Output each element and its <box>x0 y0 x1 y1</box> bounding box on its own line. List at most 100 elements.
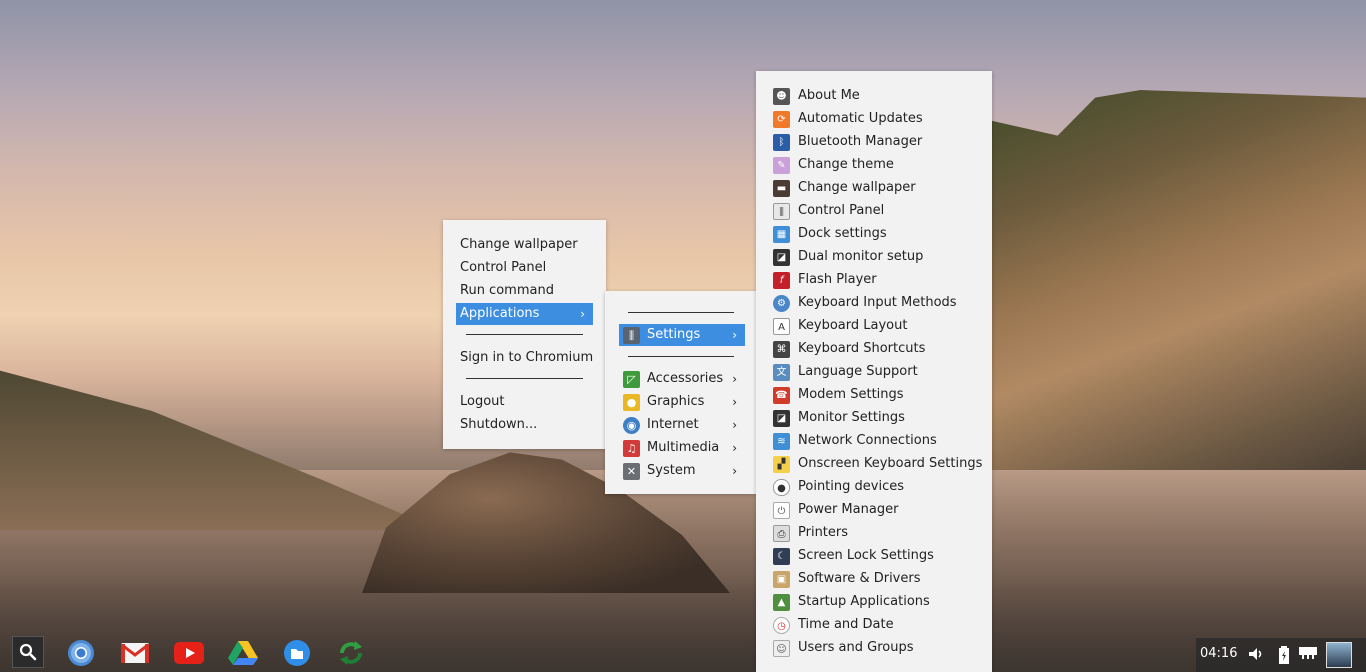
mouse-icon: ● <box>773 479 790 496</box>
system-tray[interactable]: 04:16 <box>1196 638 1366 672</box>
settings-item-control-panel[interactable]: ⫼ Control Panel <box>770 200 986 222</box>
applications-menu: ⫼ Settings › ◸ Accessories › ● Graphics … <box>605 291 756 494</box>
menu-item-change-wallpaper[interactable]: Change wallpaper <box>456 234 596 256</box>
settings-item-onscreen-keyboard[interactable]: ▞ Onscreen Keyboard Settings <box>770 453 986 475</box>
settings-item-label: Pointing devices <box>798 479 904 494</box>
settings-item-label: Software & Drivers <box>798 571 921 586</box>
menu-item-settings[interactable]: ⫼ Settings › <box>619 324 745 346</box>
chevron-right-icon: › <box>580 307 585 321</box>
settings-item-about-me[interactable]: ☻ About Me <box>770 85 986 107</box>
settings-item-change-wallpaper[interactable]: ▬ Change wallpaper <box>770 177 986 199</box>
settings-item-keyboard-layout[interactable]: A Keyboard Layout <box>770 315 986 337</box>
lock-screen-icon: ☾ <box>773 548 790 565</box>
volume-icon[interactable] <box>1246 645 1266 665</box>
settings-item-label: Change theme <box>798 157 894 172</box>
menu-item-sign-in[interactable]: Sign in to Chromium <box>456 347 601 369</box>
chevron-right-icon: › <box>732 464 737 478</box>
youtube-app-button[interactable] <box>174 638 204 668</box>
settings-item-keyboard-input[interactable]: ⚙ Keyboard Input Methods <box>770 292 986 314</box>
clock-time[interactable]: 04:16 <box>1200 646 1237 661</box>
settings-item-dual-monitor[interactable]: ◪ Dual monitor setup <box>770 246 986 268</box>
settings-item-label: Screen Lock Settings <box>798 548 934 563</box>
settings-item-flash-player[interactable]: f Flash Player <box>770 269 986 291</box>
files-icon <box>284 640 310 666</box>
menu-item-applications[interactable]: Applications › <box>456 303 593 325</box>
monitor-icon: ◪ <box>773 410 790 427</box>
applications-label: Applications <box>460 306 540 321</box>
settings-item-label: Network Connections <box>798 433 937 448</box>
menu-item-logout[interactable]: Logout <box>456 391 596 413</box>
onscreen-keyboard-icon: ▞ <box>773 456 790 473</box>
settings-item-bluetooth[interactable]: ᛒ Bluetooth Manager <box>770 131 986 153</box>
wallpaper-icon: ▬ <box>773 180 790 197</box>
users-icon: ☺ <box>773 640 790 657</box>
settings-item-keyboard-shortcuts[interactable]: ⌘ Keyboard Shortcuts <box>770 338 986 360</box>
menu-item-graphics[interactable]: ● Graphics › <box>619 391 745 413</box>
accessories-label: Accessories <box>647 371 724 386</box>
gear-icon: ⚙ <box>773 295 790 312</box>
settings-item-label: Dual monitor setup <box>798 249 924 264</box>
clock-icon: ◷ <box>773 617 790 634</box>
youtube-icon <box>174 642 204 664</box>
menu-item-accessories[interactable]: ◸ Accessories › <box>619 368 745 390</box>
settings-menu: ☻ About Me ⟳ Automatic Updates ᛒ Bluetooth … <box>756 71 992 672</box>
settings-item-label: Change wallpaper <box>798 180 916 195</box>
settings-item-time-date[interactable]: ◷ Time and Date <box>770 614 986 636</box>
settings-item-label: Keyboard Layout <box>798 318 908 333</box>
accessories-icon: ◸ <box>623 371 640 388</box>
settings-item-screen-lock[interactable]: ☾ Screen Lock Settings <box>770 545 986 567</box>
sync-app-button[interactable] <box>336 638 366 668</box>
settings-item-modem-settings[interactable]: ☎ Modem Settings <box>770 384 986 406</box>
settings-item-label: Modem Settings <box>798 387 904 402</box>
graphics-icon: ● <box>623 394 640 411</box>
menu-item-internet[interactable]: ◉ Internet › <box>619 414 745 436</box>
chromium-app-button[interactable] <box>66 638 96 668</box>
chevron-right-icon: › <box>732 372 737 386</box>
settings-item-network-connections[interactable]: ≋ Network Connections <box>770 430 986 452</box>
keyboard-shortcuts-icon: ⌘ <box>773 341 790 358</box>
menu-item-system[interactable]: ✕ System › <box>619 460 745 482</box>
menu-item-multimedia[interactable]: ♫ Multimedia › <box>619 437 745 459</box>
search-icon <box>19 643 37 661</box>
internet-label: Internet <box>647 417 699 432</box>
settings-item-language-support[interactable]: 文 Language Support <box>770 361 986 383</box>
files-app-button[interactable] <box>282 638 312 668</box>
bluetooth-icon: ᛒ <box>773 134 790 151</box>
drive-app-button[interactable] <box>228 638 258 668</box>
dock-icon: ▦ <box>773 226 790 243</box>
user-avatar[interactable] <box>1326 642 1352 668</box>
settings-item-automatic-updates[interactable]: ⟳ Automatic Updates <box>770 108 986 130</box>
settings-item-printers[interactable]: ⎙ Printers <box>770 522 986 544</box>
settings-item-dock-settings[interactable]: ▦ Dock settings <box>770 223 986 245</box>
settings-item-label: Keyboard Shortcuts <box>798 341 926 356</box>
battery-icon[interactable] <box>1274 645 1294 665</box>
menu-item-run-command[interactable]: Run command <box>456 280 596 302</box>
settings-item-label: Automatic Updates <box>798 111 923 126</box>
language-icon: 文 <box>773 364 790 381</box>
settings-item-software-drivers[interactable]: ▣ Software & Drivers <box>770 568 986 590</box>
wallpaper-beach <box>0 580 1366 672</box>
settings-label: Settings <box>647 327 701 342</box>
settings-item-change-theme[interactable]: ✎ Change theme <box>770 154 986 176</box>
chevron-right-icon: › <box>732 441 737 455</box>
wifi-icon: ≋ <box>773 433 790 450</box>
settings-item-label: Time and Date <box>798 617 894 632</box>
settings-item-pointing-devices[interactable]: ● Pointing devices <box>770 476 986 498</box>
settings-item-monitor-settings[interactable]: ◪ Monitor Settings <box>770 407 986 429</box>
menu-item-control-panel[interactable]: Control Panel <box>456 257 596 279</box>
settings-item-startup-apps[interactable]: ▲ Startup Applications <box>770 591 986 613</box>
settings-item-label: Users and Groups <box>798 640 914 655</box>
menu-item-shutdown[interactable]: Shutdown... <box>456 414 596 436</box>
gmail-app-button[interactable] <box>120 638 150 668</box>
settings-item-label: Control Panel <box>798 203 885 218</box>
menu-separator <box>466 334 583 335</box>
chevron-right-icon: › <box>732 418 737 432</box>
network-icon[interactable] <box>1298 645 1318 665</box>
settings-item-label: Flash Player <box>798 272 877 287</box>
launcher-search-button[interactable] <box>12 636 44 668</box>
settings-item-power-manager[interactable]: ⏻ Power Manager <box>770 499 986 521</box>
flash-icon: f <box>773 272 790 289</box>
settings-item-users-groups[interactable]: ☺ Users and Groups <box>770 637 986 659</box>
settings-item-label: Dock settings <box>798 226 887 241</box>
about-me-icon: ☻ <box>773 88 790 105</box>
